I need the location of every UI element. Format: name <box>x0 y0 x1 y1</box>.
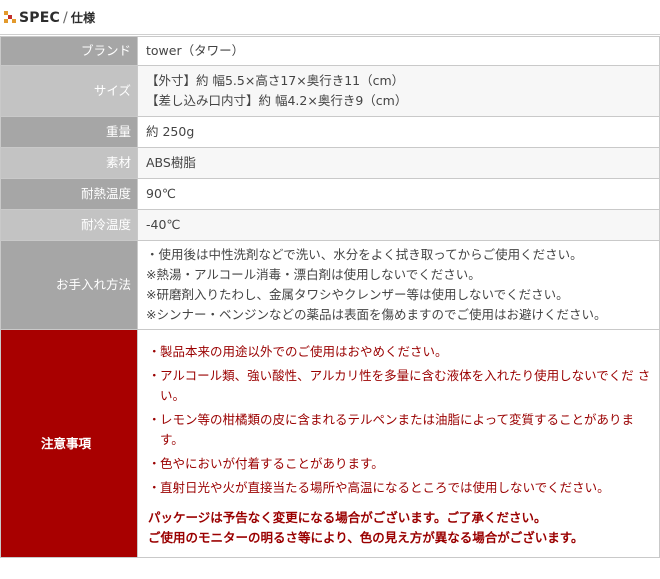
bullet-icon: ・ <box>148 479 161 495</box>
spec-title-sub: 仕様 <box>70 11 96 25</box>
value-line: ※シンナー・ベンジンなどの薬品は表面を傷めますのでご使用はお避けください。 <box>146 307 607 322</box>
caution-notes: パッケージは予告なく変更になる場合がございます。ご了承ください。 ご使用のモニタ… <box>146 502 651 554</box>
bullet-icon: ・ <box>148 367 161 383</box>
spec-row-brand: ブランド tower（タワー） <box>0 36 660 66</box>
value-line: -40℃ <box>146 217 181 232</box>
caution-note: パッケージは予告なく変更になる場合がございます。ご了承ください。 <box>148 509 547 525</box>
row-value: -40℃ <box>137 209 660 241</box>
spec-row-heat-resistance: 耐熱温度 90℃ <box>0 178 660 210</box>
row-value: 【外寸】約 幅5.5×高さ17×奥行き11（cm） 【差し込み口内寸】約 幅4.… <box>137 65 660 117</box>
value-line: 約 250g <box>146 124 195 139</box>
bullet-icon: ・ <box>148 411 161 427</box>
caution-item: ・色やにおいが付着することがあります。 <box>146 454 651 474</box>
spec-row-weight: 重量 約 250g <box>0 116 660 148</box>
value-line: ・使用後は中性洗剤などで洗い、水分をよく拭き取ってからご使用ください。 <box>146 247 583 262</box>
caution-text: レモン等の柑橘類の皮に含まれるテルペンまたは油脂によって変質することがありま す… <box>160 411 635 447</box>
row-label: お手入れ方法 <box>0 240 138 330</box>
spec-title: SPEC / 仕様 <box>19 9 95 26</box>
row-value: tower（タワー） <box>137 36 660 66</box>
spec-row-material: 素材 ABS樹脂 <box>0 147 660 179</box>
spec-row-caution: 注意事項 ・製品本来の用途以外でのご使用はおやめください。 ・アルコール類、強い… <box>0 329 660 558</box>
value-line: ※研磨剤入りたわし、金属タワシやクレンザー等は使用しないでください。 <box>146 287 569 302</box>
spec-table: ブランド tower（タワー） サイズ 【外寸】約 幅5.5×高さ17×奥行き1… <box>0 36 660 558</box>
row-value: 約 250g <box>137 116 660 148</box>
caution-label: 注意事項 <box>0 329 138 558</box>
caution-item: ・製品本来の用途以外でのご使用はおやめください。 <box>146 342 651 362</box>
caution-text: 製品本来の用途以外でのご使用はおやめください。 <box>160 343 448 359</box>
caution-text: 色やにおいが付着することがあります。 <box>160 455 384 471</box>
caution-text: 直射日光や火が直接当たる場所や高温になるところでは使用しないでください。 <box>160 479 610 495</box>
value-line: ※熱湯・アルコール消毒・漂白剤は使用しないでください。 <box>146 267 481 282</box>
spec-title-main: SPEC <box>19 10 60 26</box>
row-value: 90℃ <box>137 178 660 210</box>
row-value: ABS樹脂 <box>137 147 660 179</box>
row-label: 耐熱温度 <box>0 178 138 210</box>
caution-item: ・レモン等の柑橘類の皮に含まれるテルペンまたは油脂によって変質することがありま … <box>146 410 651 450</box>
spec-header: SPEC / 仕様 <box>0 0 660 35</box>
caution-item: ・直射日光や火が直接当たる場所や高温になるところでは使用しないでください。 <box>146 478 651 498</box>
row-label: 耐冷温度 <box>0 209 138 241</box>
caution-value: ・製品本来の用途以外でのご使用はおやめください。 ・アルコール類、強い酸性、アル… <box>137 329 660 558</box>
spec-row-cold-resistance: 耐冷温度 -40℃ <box>0 209 660 241</box>
row-label: 重量 <box>0 116 138 148</box>
value-line: 【外寸】約 幅5.5×高さ17×奥行き11（cm） <box>146 73 405 88</box>
spec-row-care: お手入れ方法 ・使用後は中性洗剤などで洗い、水分をよく拭き取ってからご使用くださ… <box>0 240 660 330</box>
row-label: ブランド <box>0 36 138 66</box>
caution-item: ・アルコール類、強い酸性、アルカリ性を多量に含む液体を入れたり使用しないでくだ … <box>146 366 651 406</box>
value-line: 【差し込み口内寸】約 幅4.2×奥行き9（cm） <box>146 93 408 108</box>
value-line: 90℃ <box>146 186 176 201</box>
row-label: 素材 <box>0 147 138 179</box>
spec-title-separator: / <box>62 10 68 26</box>
row-label: サイズ <box>0 65 138 117</box>
spec-row-size: サイズ 【外寸】約 幅5.5×高さ17×奥行き11（cm） 【差し込み口内寸】約… <box>0 65 660 117</box>
caution-list: ・製品本来の用途以外でのご使用はおやめください。 ・アルコール類、強い酸性、アル… <box>146 334 651 498</box>
caution-text: アルコール類、強い酸性、アルカリ性を多量に含む液体を入れたり使用しないでくだ さ… <box>160 367 651 403</box>
spec-bullet-icon <box>4 11 16 23</box>
row-value: ・使用後は中性洗剤などで洗い、水分をよく拭き取ってからご使用ください。 ※熱湯・… <box>137 240 660 330</box>
value-line: ABS樹脂 <box>146 155 196 170</box>
value-line: tower（タワー） <box>146 43 245 58</box>
bullet-icon: ・ <box>148 455 161 471</box>
bullet-icon: ・ <box>148 343 161 359</box>
caution-note: ご使用のモニターの明るさ等により、色の見え方が異なる場合がございます。 <box>148 529 584 545</box>
